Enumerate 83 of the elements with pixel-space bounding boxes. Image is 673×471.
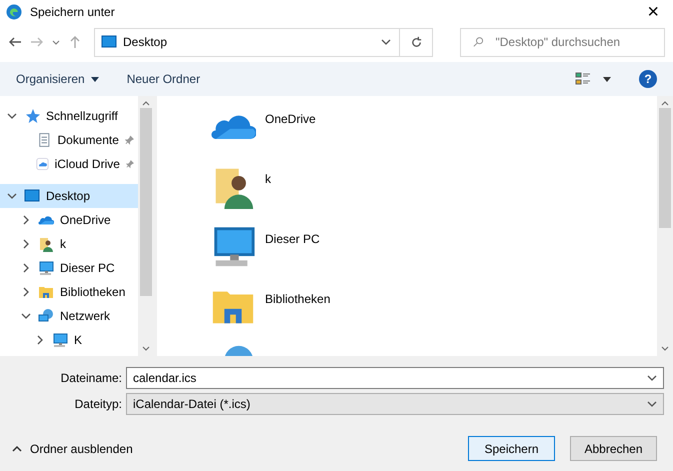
search-input[interactable]: "Desktop" durchsuchen [495,33,652,51]
address-text: Desktop [123,34,168,51]
file-label: Dieser PC [265,231,320,248]
user-folder-icon [38,236,54,252]
scroll-up-icon[interactable] [661,100,669,106]
file-label: k [265,171,271,188]
tree-item[interactable]: Netzwerk [0,304,138,328]
collapsed-chevron-icon[interactable] [21,239,31,249]
folder-icon [38,284,54,300]
hide-folders-button[interactable]: Ordner ausblenden [8,440,133,458]
star-icon [24,108,40,124]
browser-logo-icon [6,4,22,20]
document-icon [36,132,52,148]
cancel-button[interactable]: Abbrechen [570,436,657,461]
tree-item[interactable]: Dokumente [0,128,138,152]
organize-menu-button[interactable]: Organisieren [16,70,99,88]
monitor-icon [24,188,40,204]
collapsed-chevron-icon[interactable] [21,263,31,273]
file-label: Bibliotheken [265,291,330,308]
back-arrow-icon[interactable] [8,35,22,49]
help-button[interactable]: ? [639,70,657,88]
tree-item[interactable]: iCloud Drive [0,152,138,176]
tree-item[interactable]: Schnellzugriff [0,104,138,128]
file-item[interactable]: k [209,162,657,222]
tree-label: Bibliotheken [60,284,126,301]
refresh-icon[interactable] [410,36,422,48]
caret-icon [90,76,99,82]
computer-icon [52,332,68,348]
address-bar[interactable]: Desktop [94,28,433,56]
file-item[interactable]: OneDrive [209,102,657,162]
view-options-icon[interactable] [575,72,591,86]
tree-item[interactable]: Desktop [0,184,138,208]
network-icon [38,308,54,324]
search-icon [473,36,484,48]
file-item[interactable]: Dieser PC [209,222,657,282]
expanded-chevron-icon[interactable] [7,191,17,201]
dropdown-caret-icon[interactable] [52,38,60,46]
expanded-chevron-icon[interactable] [7,111,17,121]
chevron-up-icon [12,444,22,452]
window-title: Speichern unter [30,4,115,21]
cloud-icon [36,156,49,172]
tree-label: Desktop [46,188,90,205]
tree-label: OneDrive [60,212,111,229]
save-button[interactable]: Speichern [468,436,555,461]
expanded-chevron-icon[interactable] [21,311,31,321]
filename-input[interactable]: calendar.ics [133,369,647,387]
close-button[interactable]: × [639,2,667,22]
tree-label: Schnellzugriff [46,108,118,125]
tree-item[interactable]: Dieser PC [0,256,138,280]
new-folder-button[interactable]: Neuer Ordner [126,70,200,88]
tree-label: Netzwerk [60,308,110,325]
filename-label: Dateiname: [60,370,123,387]
tree-label: k [60,236,66,253]
dropdown-caret-icon[interactable] [647,400,657,408]
scrollbar[interactable] [138,96,154,356]
monitor-icon [101,34,117,50]
tree-item[interactable]: OneDrive [0,208,138,232]
file-label: OneDrive [265,111,316,128]
file-item[interactable]: Bibliotheken [209,282,657,342]
tree-item[interactable]: k [0,232,138,256]
search-field[interactable]: "Desktop" durchsuchen [460,28,665,56]
scroll-down-icon[interactable] [661,346,669,352]
scrollbar[interactable] [657,96,673,356]
dropdown-caret-icon[interactable] [381,38,391,46]
pin-icon[interactable] [126,159,134,169]
scroll-up-icon[interactable] [142,100,150,106]
tree-label: iCloud Drive [54,156,120,173]
dropdown-caret-icon[interactable] [647,374,657,382]
tree-label: Dieser PC [60,260,115,277]
computer-icon [38,260,54,276]
tree-label: K [74,332,82,349]
scroll-down-icon[interactable] [142,346,150,352]
filetype-dropdown[interactable]: iCalendar-Datei (*.ics) [126,393,664,415]
caret-icon[interactable] [603,76,611,82]
collapsed-chevron-icon[interactable] [21,215,31,225]
tree-item[interactable]: K [0,328,138,352]
tree-item[interactable]: Bibliotheken [0,280,138,304]
pin-icon[interactable] [124,135,134,145]
filetype-label: Dateityp: [74,396,123,413]
collapsed-chevron-icon[interactable] [21,287,31,297]
collapsed-chevron-icon[interactable] [35,335,45,345]
filename-field[interactable]: calendar.ics [126,367,664,389]
tree-label: Dokumente [58,132,119,149]
